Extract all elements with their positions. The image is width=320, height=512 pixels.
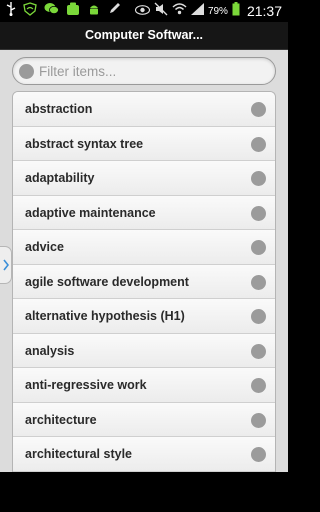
wifi-icon [172,2,187,20]
circle-icon [251,171,266,186]
bottom-bar [0,472,288,512]
circle-icon [251,274,266,290]
search-icon [19,64,34,79]
filter-bar[interactable] [12,57,276,85]
list-item[interactable]: adaptive maintenance [13,195,275,230]
android-icon [66,2,80,21]
title-bar: Computer Softwar... [0,22,288,50]
pencil-icon [108,2,121,20]
main-content: abstraction abstract syntax tree adaptab… [0,50,288,472]
circle-icon [251,136,266,152]
filter-input[interactable] [39,61,269,81]
list-item-label: agile software development [25,274,189,289]
list-item-label: architectural style [25,447,132,461]
item-list: abstraction abstract syntax tree adaptab… [12,91,276,472]
battery-percent: 79% [207,5,228,17]
circle-icon [251,240,266,255]
circle-icon [251,205,266,221]
battery-icon [232,1,240,21]
usb-icon [6,1,16,21]
page-title: Computer Softwar... [84,28,204,42]
list-item-label: architecture [25,412,97,427]
circle-icon [251,102,266,117]
list-item[interactable]: analysis [13,333,275,368]
wifi-shield-icon [23,1,37,21]
list-item[interactable]: advice [13,230,275,265]
list-item[interactable]: agile software development [13,264,275,299]
list-item-label: adaptability [25,171,95,185]
list-item[interactable]: architecture [13,402,275,437]
list-item-label: abstract syntax tree [25,136,144,151]
circle-icon [251,309,266,324]
list-item[interactable]: architectural style [13,437,275,472]
signal-icon [190,2,204,20]
circle-icon [251,343,266,359]
drawer-handle[interactable] [0,246,12,284]
mute-icon [154,2,168,21]
list-item-label: alternative hypothesis (H1) [25,309,185,323]
list-item-label: analysis [25,343,75,358]
list-item[interactable]: adaptability [13,161,275,196]
circle-icon [251,447,266,462]
status-bar-left [6,1,121,21]
status-bar-right: 79% 21:37 [134,1,282,21]
android-icon [87,2,101,21]
circle-icon [251,378,266,393]
eye-icon [134,2,151,20]
clock: 21:37 [246,3,282,19]
chevron-right-icon [2,259,9,271]
list-item-label: advice [25,240,64,254]
list-item[interactable]: abstract syntax tree [13,126,275,161]
list-item[interactable]: alternative hypothesis (H1) [13,299,275,334]
list-item[interactable]: anti-regressive work [13,368,275,403]
list-item-label: adaptive maintenance [25,205,156,220]
list-item[interactable]: abstraction [13,92,275,127]
list-item-label: anti-regressive work [25,378,147,392]
status-bar: 79% 21:37 [0,0,288,22]
circle-icon [251,412,266,428]
chat-icon [44,2,59,20]
list-item-label: abstraction [25,102,93,116]
